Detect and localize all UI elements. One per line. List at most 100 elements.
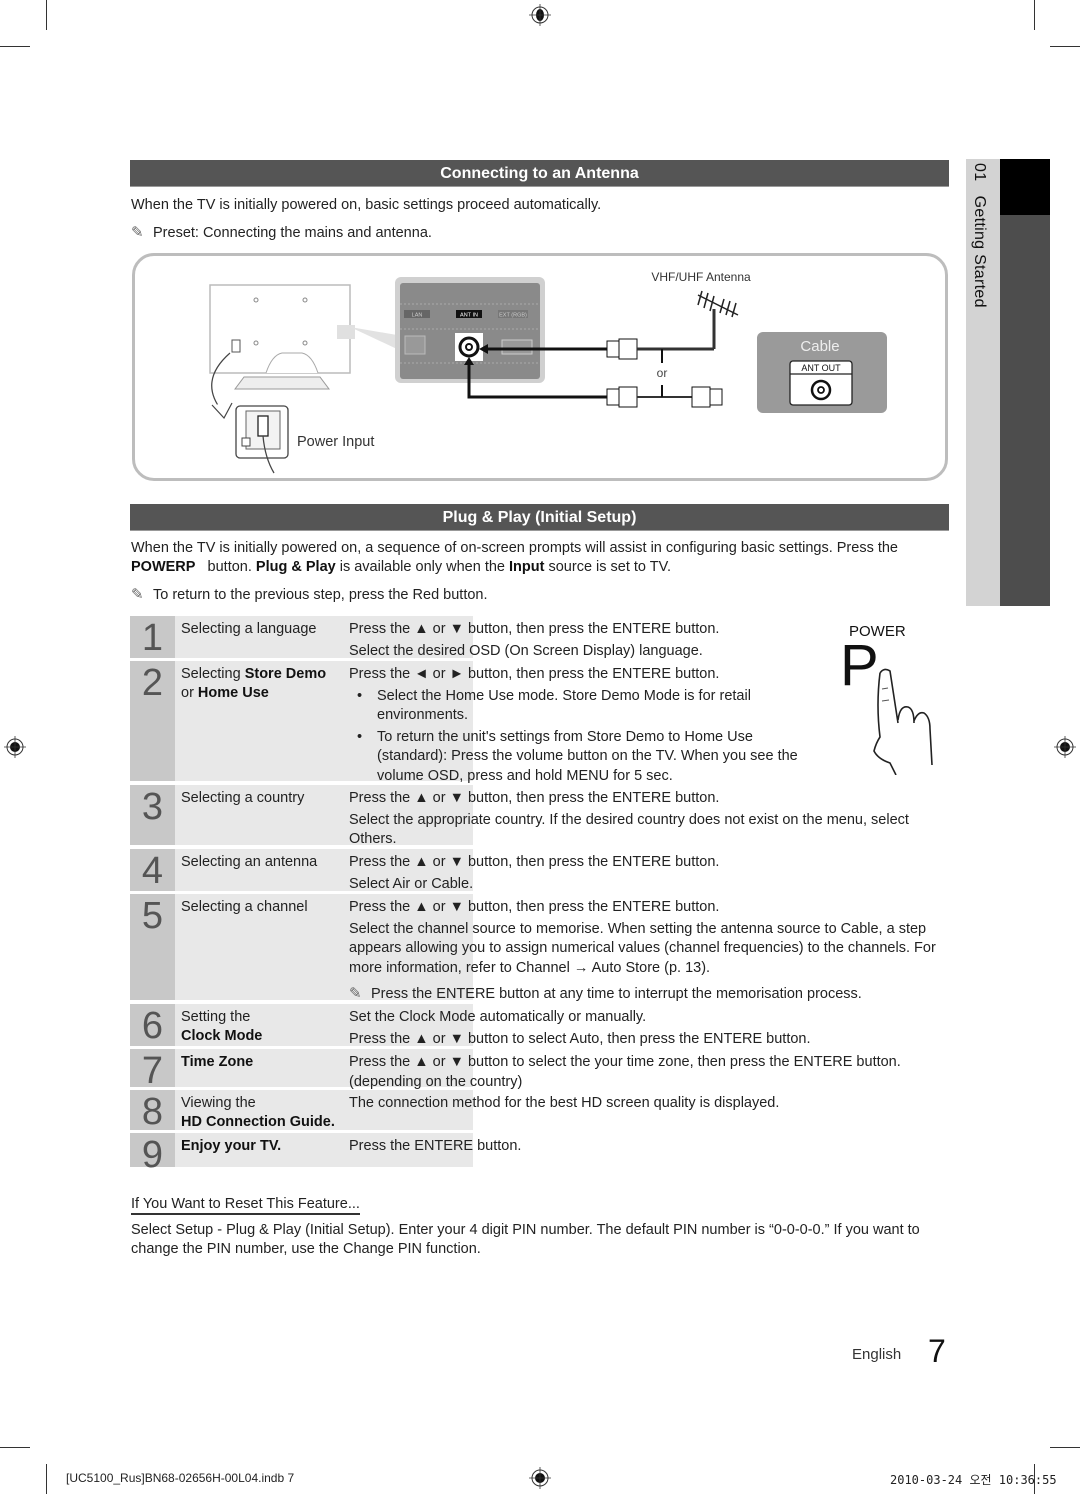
step-description: Press the ▲ or ▼ button, then press the …	[349, 898, 939, 1007]
section-header-plug-play: Plug & Play (Initial Setup)	[130, 504, 949, 531]
ant-out-label: ANT OUT	[801, 363, 841, 373]
section-header-antenna: Connecting to an Antenna	[130, 160, 949, 187]
reset-heading: If You Want to Reset This Feature...	[131, 1196, 360, 1215]
step-line: Press the ▲ or ▼ button to select the yo…	[349, 1054, 901, 1090]
antenna-icon	[697, 290, 739, 318]
chapter-tab-bar	[1000, 159, 1050, 606]
power-key-label: POWERP	[131, 559, 196, 575]
footer-filename: [UC5100_Rus]BN68-02656H-00L04.indb 7	[66, 1471, 295, 1485]
step-line: Press the ▲ or ▼ button, then press the …	[349, 854, 720, 870]
registration-mark-icon	[4, 736, 26, 758]
step-number: 9	[130, 1133, 175, 1176]
plug-play-note: ✎ To return to the previous step, press t…	[131, 585, 931, 605]
enjoy-tv-term: Enjoy your TV.	[181, 1138, 282, 1154]
chapter-tab-marker	[1000, 159, 1050, 215]
step-description: Set the Clock Mode automatically or manu…	[349, 1008, 939, 1051]
diagram-drawing: LAN ANT IN EXT (RGB) or VHF/UHF Antenna …	[209, 270, 887, 474]
antenna-intro: When the TV is initially powered on, bas…	[131, 197, 602, 213]
step-description: Press the ◄ or ► button, then press the …	[349, 665, 809, 788]
step-title-text: or	[181, 685, 198, 701]
step-number: 5	[130, 894, 175, 1000]
step-number: 3	[130, 785, 175, 845]
registration-mark-icon	[529, 4, 551, 26]
chapter-title: Getting Started	[971, 195, 988, 308]
page-language: English	[852, 1346, 902, 1363]
step-number: 8	[130, 1090, 175, 1133]
step-description: Press the ▲ or ▼ button to select the yo…	[349, 1053, 939, 1094]
note-pencil-icon: ✎	[131, 224, 144, 241]
step-bullet: To return the unit's settings from Store…	[349, 728, 809, 787]
step-line: The connection method for the best HD sc…	[349, 1095, 780, 1111]
footer-timestamp: 2010-03-24 오전 10:36:55	[890, 1473, 1057, 1487]
crop-mark	[1050, 1447, 1080, 1448]
hd-guide-term: HD Connection Guide.	[181, 1114, 335, 1130]
step-line: Press the ▲ or ▼ button to select Auto, …	[349, 1030, 811, 1047]
input-term: Input	[509, 559, 545, 575]
step-title-text: Selecting	[181, 666, 245, 682]
step-description: Press the ▲ or ▼ button, then press the …	[349, 620, 939, 663]
step-line: Select the appropriate country. If the d…	[349, 811, 909, 848]
step-line: Press the ▲ or ▼ button, then press the …	[349, 790, 720, 806]
intro-text: button.	[207, 559, 252, 575]
step-line: Press the ◄ or ► button, then press the …	[349, 666, 720, 682]
antenna-label: VHF/UHF Antenna	[651, 270, 751, 284]
step-number: 4	[130, 849, 175, 892]
step-title-text: Viewing the	[181, 1095, 256, 1111]
plug-play-term: Plug & Play	[255, 559, 336, 575]
ant-in-port-label: ANT IN	[460, 313, 478, 319]
chapter-label: 01 Getting Started	[970, 163, 988, 308]
step-number: 2	[130, 661, 175, 781]
crop-mark	[1034, 0, 1035, 30]
step-number: 7	[130, 1049, 175, 1092]
or-label: or	[657, 366, 668, 380]
registration-mark-icon	[529, 1467, 551, 1489]
intro-text: is available only when the	[339, 559, 505, 575]
crop-mark	[0, 1447, 30, 1448]
home-use-term: Home Use	[197, 685, 269, 701]
step-line: Select the channel source to memorise. W…	[349, 920, 936, 976]
plug-play-intro: When the TV is initially powered on, a s…	[131, 539, 921, 577]
step-bullet: Select the Home Use mode. Store Demo Mod…	[349, 687, 809, 726]
note-text: Press the ENTERE button at any time to i…	[371, 986, 862, 1002]
ext-rgb-port-label: EXT (RGB)	[499, 313, 527, 319]
cable-label: Cable	[800, 338, 839, 355]
note-text: To return to the previous step, press th…	[153, 587, 488, 603]
step-line: Set the Clock Mode automatically or manu…	[349, 1009, 647, 1025]
pressing-hand-icon	[873, 668, 933, 775]
antenna-connection-diagram: LAN ANT IN EXT (RGB) or VHF/UHF Antenna …	[132, 253, 948, 481]
antenna-note: ✎ Preset: Connecting the mains and antenn…	[131, 223, 931, 243]
note-text: Preset: Connecting the mains and antenna…	[153, 225, 432, 241]
step-note: ✎ Press the ENTERE button at any time to …	[349, 984, 939, 1005]
note-pencil-icon: ✎	[131, 586, 144, 603]
page-number: 7	[928, 1333, 946, 1369]
crop-mark	[1050, 46, 1080, 47]
time-zone-term: Time Zone	[181, 1054, 254, 1070]
intro-text: When the TV is initially powered on, a s…	[131, 540, 898, 556]
registration-mark-icon	[1054, 736, 1076, 758]
lan-port-label: LAN	[412, 313, 423, 319]
step-number: 1	[130, 616, 175, 659]
step-line: Press the ▲ or ▼ button, then press the …	[349, 899, 720, 915]
step-line: Select Air or Cable.	[349, 875, 474, 892]
cable-connector-bottom	[606, 386, 723, 408]
note-pencil-icon: ✎	[349, 985, 362, 1002]
power-input-label: Power Input	[297, 434, 375, 450]
step-description: Press the ▲ or ▼ button, then press the …	[349, 853, 939, 896]
crop-mark	[0, 46, 30, 47]
clock-mode-term: Clock Mode	[181, 1028, 263, 1044]
store-demo-term: Store Demo	[244, 666, 327, 682]
step-line: Select the desired OSD (On Screen Displa…	[349, 642, 703, 659]
step-line: Press the ENTERE button.	[349, 1138, 522, 1154]
step-title-text: Setting the	[181, 1009, 251, 1025]
reset-text: Select Setup - Plug & Play (Initial Setu…	[131, 1222, 920, 1257]
intro-text: source is set to TV.	[548, 559, 671, 575]
step-line: Press the ▲ or ▼ button, then press the …	[349, 621, 720, 637]
step-description: Press the ENTERE button.	[349, 1137, 939, 1159]
chapter-number: 01	[971, 163, 988, 182]
step-number: 6	[130, 1004, 175, 1047]
step-description: The connection method for the best HD sc…	[349, 1094, 939, 1116]
cable-connector-top	[606, 338, 714, 360]
crop-mark	[46, 0, 47, 30]
crop-mark	[46, 1464, 47, 1494]
step-description: Press the ▲ or ▼ button, then press the …	[349, 789, 939, 852]
